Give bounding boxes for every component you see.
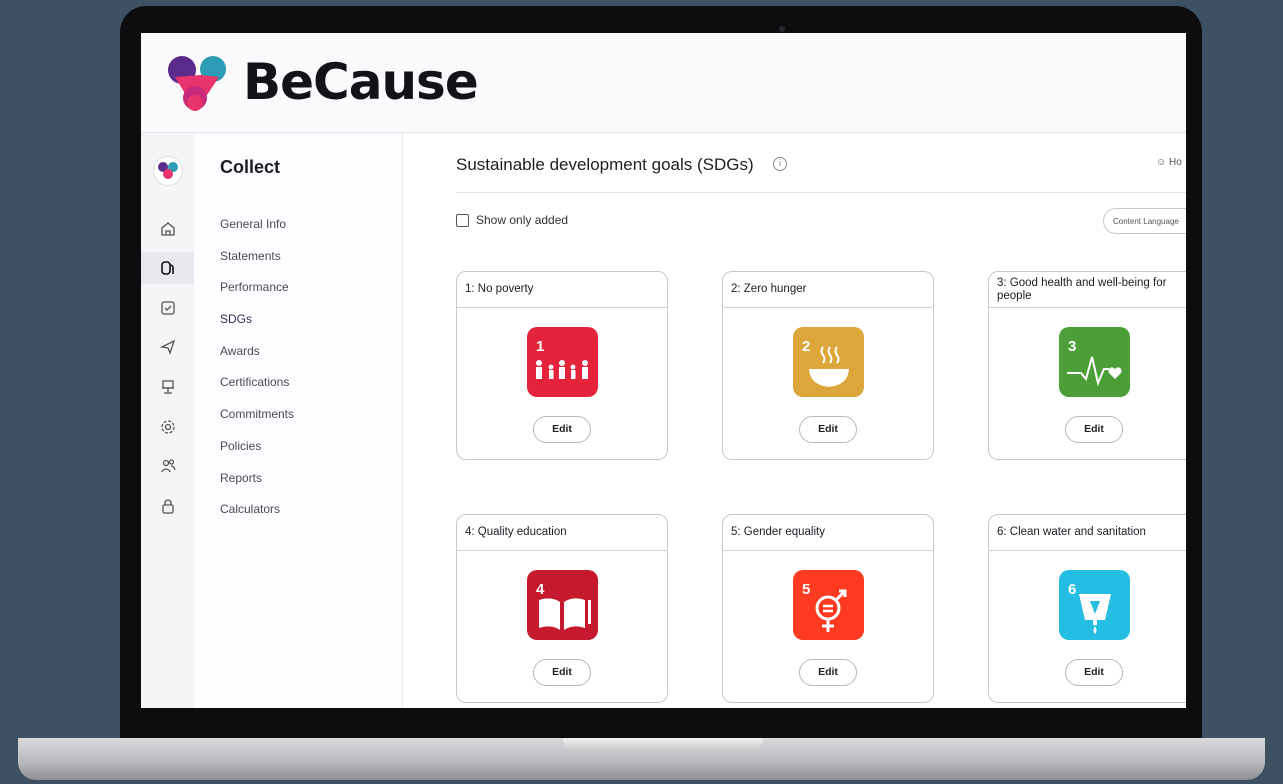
send-icon[interactable]	[141, 331, 194, 363]
collect-subnav: Collect General Info Statements Performa…	[194, 133, 403, 708]
users-icon[interactable]	[141, 450, 194, 482]
collect-icon[interactable]	[141, 252, 194, 284]
sdg-2-zero-hunger-icon: 2	[793, 327, 864, 397]
subnav-item-reports[interactable]: Reports	[220, 470, 294, 502]
lock-icon[interactable]	[141, 490, 194, 522]
subnav-item-statements[interactable]: Statements	[220, 248, 294, 280]
sdg-card: 6: Clean water and sanitation 6 Edit	[988, 514, 1186, 703]
card-title: 5: Gender equality	[723, 515, 933, 551]
content-language-button[interactable]: Content Language	[1103, 208, 1186, 234]
show-only-added-checkbox[interactable]	[456, 213, 469, 227]
subnav-item-sdgs[interactable]: SDGs	[220, 311, 294, 343]
sdg-number: 6	[1068, 581, 1076, 598]
sdg-4-quality-education-icon: 4	[527, 570, 598, 640]
show-only-added-label: Show only added	[476, 213, 569, 227]
subnav-item-awards[interactable]: Awards	[220, 343, 294, 375]
sdg-1-no-poverty-icon: 1	[527, 327, 598, 397]
icon-rail	[141, 133, 194, 708]
app-screen: BeCause Collect General Info Statements …	[141, 33, 1186, 708]
edit-button[interactable]: Edit	[799, 659, 857, 686]
rail-logo-icon[interactable]	[153, 156, 183, 186]
app-header: BeCause	[141, 33, 1186, 133]
help-label: Ho	[1169, 157, 1182, 168]
sdg-card: 3: Good health and well-being for people…	[988, 271, 1186, 460]
card-title: 1: No poverty	[457, 272, 667, 308]
camera-dot	[779, 26, 785, 32]
header-divider	[456, 192, 1186, 193]
subnav-item-performance[interactable]: Performance	[220, 279, 294, 311]
sdg-number: 5	[802, 581, 810, 598]
info-icon[interactable]: i	[773, 157, 787, 171]
edit-button[interactable]: Edit	[533, 659, 591, 686]
subnav-item-certifications[interactable]: Certifications	[220, 374, 294, 406]
gear-icon[interactable]	[141, 411, 194, 443]
checkbox-icon[interactable]	[141, 292, 194, 324]
sdg-card: 5: Gender equality 5 Edit	[722, 514, 934, 703]
help-link[interactable]: ☺ Ho	[1156, 157, 1182, 168]
subnav-item-policies[interactable]: Policies	[220, 438, 294, 470]
sdg-card: 2: Zero hunger 2 Edit	[722, 271, 934, 460]
sdg-3-good-health-icon: 3	[1059, 327, 1130, 397]
sdg-5-gender-equality-icon: 5	[793, 570, 864, 640]
subnav-list: General Info Statements Performance SDGs…	[220, 216, 294, 533]
presentation-icon[interactable]	[141, 371, 194, 403]
because-logo-icon[interactable]	[167, 55, 229, 113]
sdg-card: 4: Quality education 4 Edit	[456, 514, 668, 703]
edit-button[interactable]: Edit	[1065, 659, 1123, 686]
main-content: Sustainable development goals (SDGs) i ☺…	[403, 133, 1186, 708]
sdg-number: 2	[802, 338, 810, 355]
card-title: 4: Quality education	[457, 515, 667, 551]
subnav-title: Collect	[220, 157, 281, 177]
card-title: 2: Zero hunger	[723, 272, 933, 308]
subnav-item-commitments[interactable]: Commitments	[220, 406, 294, 438]
edit-button[interactable]: Edit	[799, 416, 857, 443]
sdg-number: 1	[536, 338, 544, 355]
edit-button[interactable]: Edit	[1065, 416, 1123, 443]
page-title: Sustainable development goals (SDGs)	[456, 155, 754, 174]
sdg-card: 1: No poverty 1 Edit	[456, 271, 668, 460]
subnav-item-calculators[interactable]: Calculators	[220, 501, 294, 533]
home-icon[interactable]	[141, 213, 194, 245]
sdg-6-clean-water-icon: 6	[1059, 570, 1130, 640]
card-title: 6: Clean water and sanitation	[989, 515, 1186, 551]
edit-button[interactable]: Edit	[533, 416, 591, 443]
laptop-notch	[563, 738, 763, 751]
subnav-item-general-info[interactable]: General Info	[220, 216, 294, 248]
card-title: 3: Good health and well-being for people	[989, 272, 1186, 308]
brand-name: BeCause	[243, 53, 479, 111]
help-icon: ☺	[1156, 157, 1167, 168]
show-only-added-toggle[interactable]: Show only added	[456, 213, 568, 227]
sdg-number: 4	[536, 581, 545, 598]
sdg-number: 3	[1068, 338, 1076, 355]
